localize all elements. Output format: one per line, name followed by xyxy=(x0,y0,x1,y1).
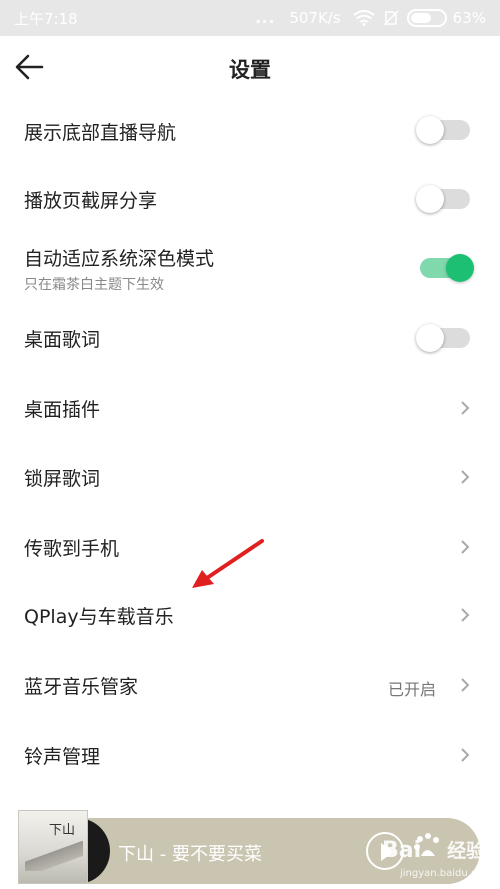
setting-label: 传歌到手机 xyxy=(24,538,120,560)
toggle-knob xyxy=(416,116,444,144)
setting-label: 铃声管理 xyxy=(24,746,101,768)
baidu-paw-icon xyxy=(414,833,439,856)
toggle-switch[interactable] xyxy=(416,185,470,213)
album-cover[interactable]: 下山 xyxy=(18,810,88,884)
chevron-right-icon xyxy=(461,608,470,622)
setting-auto-dark-mode[interactable]: 自动适应系统深色模式 只在霜茶白主题下生效 xyxy=(0,234,500,302)
network-speed: 507K/s xyxy=(289,9,341,27)
mountain-art xyxy=(25,841,83,871)
setting-label: 蓝牙音乐管家 xyxy=(24,676,139,698)
battery-icon xyxy=(406,9,447,27)
setting-screenshot-share[interactable]: 播放页截屏分享 xyxy=(0,164,500,234)
setting-ringtone-manage[interactable]: 铃声管理 xyxy=(0,720,500,790)
setting-label: 自动适应系统深色模式 xyxy=(24,248,215,270)
status-bar: 上午7:18 ... 507K/s 63% xyxy=(0,0,500,36)
setting-label: 锁屏歌词 xyxy=(24,468,101,490)
status-time: 上午7:18 xyxy=(14,9,78,28)
chevron-right-icon xyxy=(461,678,470,692)
annotation-arrow-icon xyxy=(192,539,264,588)
toggle-switch[interactable] xyxy=(416,324,470,352)
chevron-right-icon xyxy=(461,748,470,762)
chevron-right-icon xyxy=(461,470,470,484)
album-cover-title: 下山 xyxy=(49,823,76,838)
watermark-url: jingyan.baidu.com xyxy=(400,868,493,879)
setting-label: 桌面歌词 xyxy=(24,329,101,351)
no-sim-icon xyxy=(383,10,399,26)
setting-sublabel: 只在霜茶白主题下生效 xyxy=(24,277,164,293)
toggle-knob xyxy=(416,185,444,213)
watermark-brand-suffix: 经验 xyxy=(447,840,486,862)
setting-label: 展示底部直播导航 xyxy=(24,122,177,144)
setting-lockscreen-lyrics[interactable]: 锁屏歌词 xyxy=(0,442,500,512)
page-title: 设置 xyxy=(229,58,271,82)
toggle-knob xyxy=(446,254,474,282)
chevron-right-icon xyxy=(461,401,470,415)
status-dots: ... xyxy=(255,9,276,27)
setting-desktop-widget[interactable]: 桌面插件 xyxy=(0,372,500,442)
title-bar: 设置 xyxy=(0,36,500,98)
setting-label: QPlay与车载音乐 xyxy=(24,606,174,628)
toggle-switch[interactable] xyxy=(416,116,470,144)
toggle-switch[interactable] xyxy=(420,254,474,282)
setting-label: 播放页截屏分享 xyxy=(24,190,158,212)
toggle-knob xyxy=(416,324,444,352)
setting-status-value: 已开启 xyxy=(387,680,436,699)
setting-show-live-nav[interactable]: 展示底部直播导航 xyxy=(0,98,500,164)
setting-bluetooth-music[interactable]: 蓝牙音乐管家 已开启 xyxy=(0,650,500,720)
setting-label: 桌面插件 xyxy=(24,399,101,421)
setting-desktop-lyrics[interactable]: 桌面歌词 xyxy=(0,302,500,372)
chevron-right-icon xyxy=(461,540,470,554)
wifi-icon xyxy=(353,10,375,26)
now-playing-title[interactable]: 下山 - 要不要买菜 xyxy=(118,840,262,866)
battery-percent: 63% xyxy=(452,9,486,27)
